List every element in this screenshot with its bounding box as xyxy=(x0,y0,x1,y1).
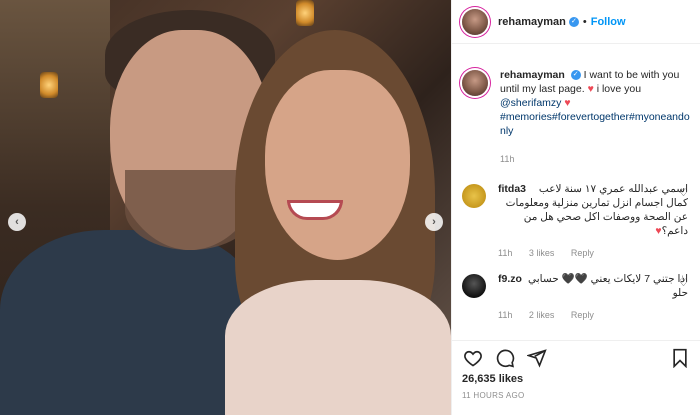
instagram-post: ‹ › rehamayman ✓ • Follow rehamayman ✓ I… xyxy=(0,0,700,415)
likes-count[interactable]: 26,635 likes xyxy=(462,373,523,385)
separator-dot: • xyxy=(582,15,587,28)
comment-avatar[interactable] xyxy=(462,274,486,298)
woman-jacket xyxy=(225,280,451,415)
chevron-left-icon[interactable]: ‹ xyxy=(8,213,26,231)
heart-emoji-icon: ♥ xyxy=(564,97,571,109)
mention-link[interactable]: @sherifamzy xyxy=(500,97,561,109)
caption-body: rehamayman ✓ I want to be with you until… xyxy=(500,68,690,166)
action-bar xyxy=(452,340,700,374)
verified-icon: ✓ xyxy=(568,16,579,27)
comment-username[interactable]: fitda3 xyxy=(498,182,526,196)
comment-text: اذا جتني 7 لايكات يعني 🖤🖤 حسابي حلو xyxy=(527,273,688,299)
comment-avatar[interactable] xyxy=(462,184,486,208)
post-header: rehamayman ✓ • Follow xyxy=(452,0,700,44)
comment-body: fitda3 اسمي عبدالله عمري ١٧ سنة لاعب كما… xyxy=(498,182,688,260)
follow-button[interactable]: Follow xyxy=(591,16,626,28)
comment-item: f9.zo اذا جتني 7 لايكات يعني 🖤🖤 حسابي حل… xyxy=(452,272,700,322)
bookmark-icon[interactable] xyxy=(669,347,691,369)
lamp-top xyxy=(296,0,314,26)
heart-emoji-icon: ♥ xyxy=(587,83,594,95)
woman-face xyxy=(265,70,410,260)
heart-icon[interactable] xyxy=(462,347,484,369)
caption-time: 11h xyxy=(500,154,515,164)
caption-avatar[interactable] xyxy=(462,70,488,96)
chevron-right-icon[interactable]: › xyxy=(425,213,443,231)
reply-button[interactable]: Reply xyxy=(571,310,594,320)
comment-meta: 11h 2 likes Reply xyxy=(498,308,688,322)
lamp-left xyxy=(40,72,58,98)
verified-icon: ✓ xyxy=(570,70,581,81)
comment-likes[interactable]: 3 likes xyxy=(529,248,555,258)
comment-item: fitda3 اسمي عبدالله عمري ١٧ سنة لاعب كما… xyxy=(452,182,700,260)
reply-button[interactable]: Reply xyxy=(571,248,594,258)
post-photo[interactable]: ‹ › xyxy=(0,0,451,415)
post-timestamp: 11 HOURS AGO xyxy=(462,391,525,400)
hashtags-link[interactable]: #memories#forevertogether#myoneandonly xyxy=(500,110,690,138)
comment-time: 11h xyxy=(498,248,513,258)
post-caption: rehamayman ✓ I want to be with you until… xyxy=(452,44,700,166)
comment-icon[interactable] xyxy=(494,347,516,369)
avatar[interactable] xyxy=(462,8,488,35)
comment-body: f9.zo اذا جتني 7 لايكات يعني 🖤🖤 حسابي حل… xyxy=(498,272,688,322)
comment-text: اسمي عبدالله عمري ١٧ سنة لاعب كمال اجسام… xyxy=(505,183,688,237)
comment-likes[interactable]: 2 likes xyxy=(529,310,555,320)
man-hoodie xyxy=(0,230,260,415)
comment-like-icon[interactable]: ♡ xyxy=(679,278,688,289)
share-icon[interactable] xyxy=(526,347,548,369)
header-username[interactable]: rehamayman xyxy=(498,16,566,28)
post-sidebar: rehamayman ✓ • Follow rehamayman ✓ I wan… xyxy=(451,0,700,415)
comment-like-icon[interactable]: ♡ xyxy=(679,188,688,199)
comment-username[interactable]: f9.zo xyxy=(498,272,522,286)
comment-meta: 11h 3 likes Reply xyxy=(498,246,688,260)
caption-username[interactable]: rehamayman xyxy=(500,69,565,81)
caption-text-2: i love you xyxy=(596,83,642,95)
comment-time: 11h xyxy=(498,310,513,320)
